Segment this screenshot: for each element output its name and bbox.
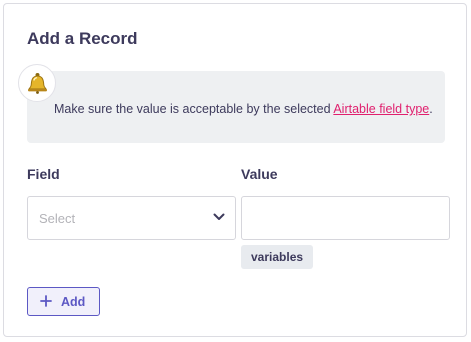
notice-text: Make sure the value is acceptable by the… xyxy=(54,100,434,119)
notice-text-before: Make sure the value is acceptable by the… xyxy=(54,102,334,116)
plus-icon xyxy=(40,295,52,307)
notice-text-after: . xyxy=(429,102,433,116)
add-button-label: Add xyxy=(61,295,86,309)
field-label: Field xyxy=(27,166,60,182)
value-label: Value xyxy=(241,166,278,182)
add-button[interactable]: Add xyxy=(27,287,100,316)
add-record-panel: Add a Record Make sure the value is acce… xyxy=(3,3,467,337)
variables-button[interactable]: variables xyxy=(241,245,314,269)
panel-title: Add a Record xyxy=(27,29,138,48)
field-select-placeholder: Select xyxy=(39,211,76,226)
field-select[interactable]: Select xyxy=(27,196,236,240)
notice-box: Make sure the value is acceptable by the… xyxy=(27,71,445,143)
airtable-field-type-link[interactable]: Airtable field type xyxy=(333,102,429,116)
value-input[interactable] xyxy=(241,196,450,240)
bell-icon xyxy=(18,64,56,102)
chevron-down-icon xyxy=(213,213,225,220)
